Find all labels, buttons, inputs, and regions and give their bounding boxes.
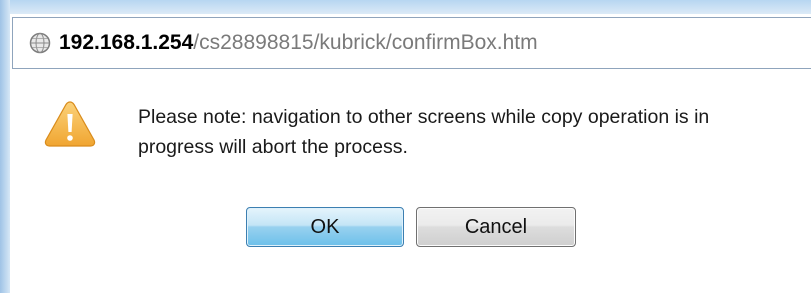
url-path: /cs28898815/kubrick/confirmBox.htm (193, 31, 538, 54)
warning-icon (44, 101, 96, 147)
address-bar[interactable]: 192.168.1.254/cs28898815/kubrick/confirm… (12, 17, 811, 69)
cancel-button[interactable]: Cancel (416, 207, 576, 247)
url-text: 192.168.1.254/cs28898815/kubrick/confirm… (59, 31, 538, 55)
confirm-dialog-window: 192.168.1.254/cs28898815/kubrick/confirm… (0, 0, 811, 293)
window-frame-left (0, 0, 10, 293)
window-frame-top (0, 0, 811, 14)
ok-button[interactable]: OK (246, 207, 404, 247)
dialog-content: Please note: navigation to other screens… (12, 70, 811, 293)
globe-icon (29, 32, 51, 54)
dialog-message: Please note: navigation to other screens… (138, 106, 710, 158)
url-host: 192.168.1.254 (59, 31, 194, 54)
